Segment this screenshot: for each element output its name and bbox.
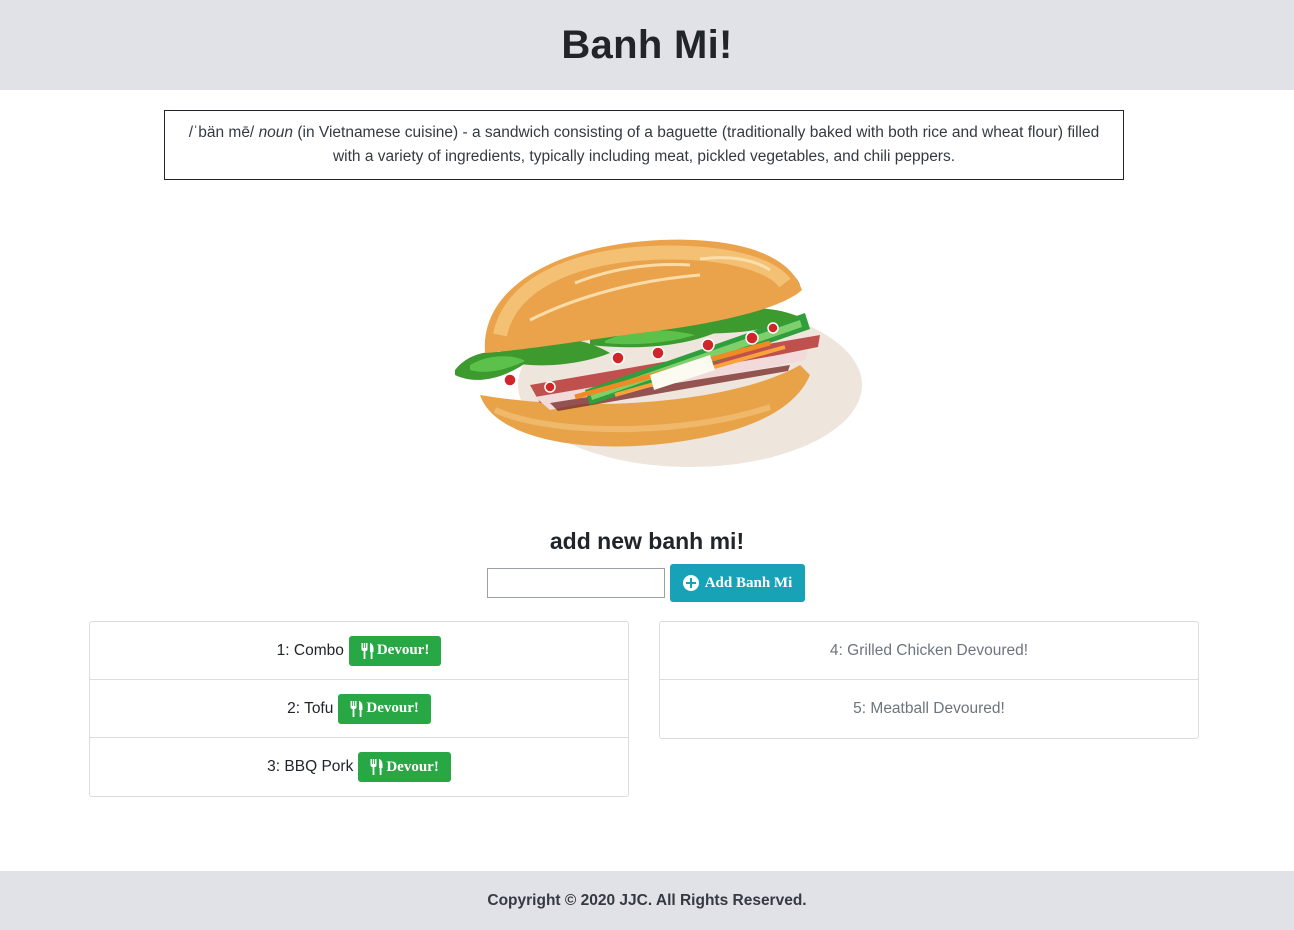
- list-item: 5: Meatball Devoured!: [660, 680, 1198, 738]
- banh-mi-name: 3: BBQ Pork: [267, 758, 354, 775]
- definition-text: /ˈbän mē/ noun (in Vietnamese cuisine) -…: [183, 121, 1105, 169]
- utensils-icon: [350, 700, 363, 717]
- devour-button[interactable]: Devour!: [338, 693, 431, 724]
- devour-button-label: Devour!: [376, 642, 430, 658]
- add-banh-mi-button-label: Add Banh Mi: [704, 574, 793, 591]
- definition-body: (in Vietnamese cuisine) - a sandwich con…: [297, 124, 1100, 165]
- to-devour-list: 1: Combo Devour! 2: Tofu Devour! 3: BBQ …: [89, 621, 629, 797]
- definition-box: /ˈbän mē/ noun (in Vietnamese cuisine) -…: [164, 110, 1124, 180]
- plus-circle-icon: [682, 575, 699, 591]
- list-item: 4: Grilled Chicken Devoured!: [660, 622, 1198, 680]
- pronunciation: /ˈbän mē/: [188, 124, 255, 141]
- add-form-title: add new banh mi!: [549, 528, 745, 554]
- list-item: 1: Combo Devour!: [90, 622, 628, 680]
- page-title: Banh Mi!: [561, 22, 733, 67]
- utensils-icon: [370, 759, 383, 775]
- new-banh-mi-input[interactable]: [487, 568, 665, 598]
- list-item: 3: BBQ Pork Devour!: [90, 738, 628, 796]
- page-header: Banh Mi!: [0, 0, 1294, 90]
- devour-button[interactable]: Devour!: [348, 635, 442, 666]
- devour-button-label: Devour!: [366, 700, 419, 716]
- list-item: 2: Tofu Devour!: [90, 680, 628, 738]
- part-of-speech: noun: [258, 124, 294, 141]
- devoured-item-label: 5: Meatball Devoured!: [853, 700, 1005, 717]
- devour-button-label: Devour!: [386, 758, 439, 775]
- page-footer: Copyright © 2020 JJC. All Rights Reserve…: [0, 871, 1294, 930]
- banh-mi-name: 1: Combo: [276, 641, 344, 659]
- utensils-icon: [361, 642, 374, 659]
- devour-button[interactable]: Devour!: [358, 752, 451, 782]
- copyright-text: Copyright © 2020 JJC. All Rights Reserve…: [487, 891, 807, 909]
- banh-mi-name: 2: Tofu: [287, 699, 334, 717]
- devoured-list: 4: Grilled Chicken Devoured! 5: Meatball…: [659, 621, 1199, 739]
- devoured-item-label: 4: Grilled Chicken Devoured!: [829, 641, 1029, 659]
- add-banh-mi-button[interactable]: Add Banh Mi: [670, 564, 805, 602]
- banh-mi-image: [455, 239, 862, 467]
